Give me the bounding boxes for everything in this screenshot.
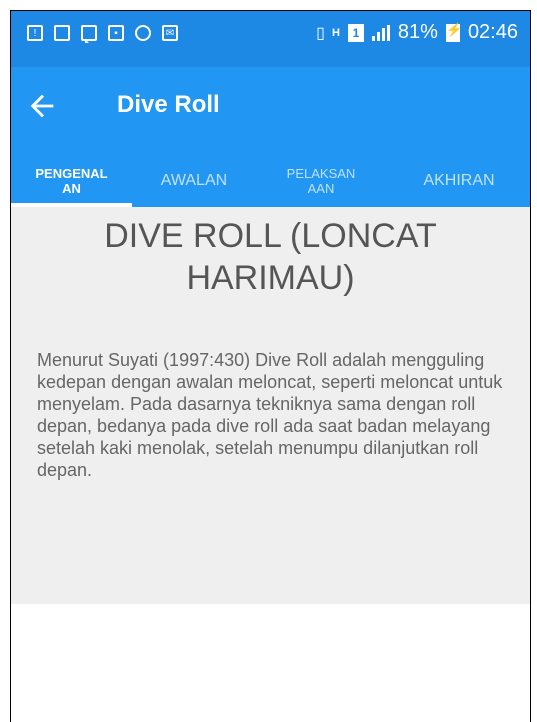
data-icon: H bbox=[331, 26, 340, 39]
notification-icons: ! ▪ ✉ bbox=[27, 25, 178, 43]
tab-bar: PENGENAL AN AWALAN PELAKSAN AAN AKHIRAN bbox=[11, 155, 530, 207]
tab-label: AKHIRAN bbox=[423, 172, 495, 189]
tab-label: AAN bbox=[307, 181, 335, 196]
sd-card-icon bbox=[54, 25, 70, 41]
heading-line: HARIMAU) bbox=[186, 259, 355, 297]
page-title: Dive Roll bbox=[117, 91, 220, 118]
image-icon: ▪ bbox=[108, 25, 124, 41]
tab-label: PELAKSAN bbox=[286, 166, 356, 181]
tab-akhiran[interactable]: AKHIRAN bbox=[386, 155, 530, 207]
vibrate-icon: ▯ bbox=[316, 24, 325, 42]
tab-awalan[interactable]: AWALAN bbox=[132, 155, 256, 207]
email-icon: ✉ bbox=[162, 25, 178, 41]
phone-screen: ! ▪ ✉ ▯ H 1 81% 02:46 Dive Roll bbox=[10, 10, 531, 722]
content-heading: DIVE ROLL (LONCAT HARIMAU) bbox=[11, 215, 530, 299]
system-status: ▯ H 1 81% 02:46 bbox=[316, 21, 518, 44]
arrow-back-icon[interactable] bbox=[25, 89, 59, 123]
signal-icon bbox=[371, 24, 390, 41]
heading-line: DIVE ROLL (LONCAT bbox=[104, 217, 437, 255]
app-bar: Dive Roll bbox=[11, 67, 530, 155]
tab-label: PENGENAL bbox=[35, 166, 108, 181]
battery-percent: 81% bbox=[397, 21, 438, 43]
status-bar: ! ▪ ✉ ▯ H 1 81% 02:46 bbox=[11, 11, 530, 67]
tab-pelaksanaan[interactable]: PELAKSAN AAN bbox=[256, 155, 386, 207]
chat-icon bbox=[81, 25, 97, 43]
sim-icon: 1 bbox=[347, 23, 364, 42]
tab-label: AWALAN bbox=[160, 172, 228, 189]
tab-pengenalan[interactable]: PENGENAL AN bbox=[11, 155, 132, 207]
battery-icon bbox=[445, 22, 462, 42]
alert-icon: ! bbox=[27, 25, 43, 41]
tab-label: AN bbox=[62, 181, 81, 196]
content-paragraph: Menurut Suyati (1997:430) Dive Roll adal… bbox=[37, 350, 503, 480]
content-panel: DIVE ROLL (LONCAT HARIMAU) Menurut Suyat… bbox=[11, 207, 530, 604]
messenger-icon bbox=[135, 25, 151, 41]
clock: 02:46 bbox=[467, 21, 518, 43]
